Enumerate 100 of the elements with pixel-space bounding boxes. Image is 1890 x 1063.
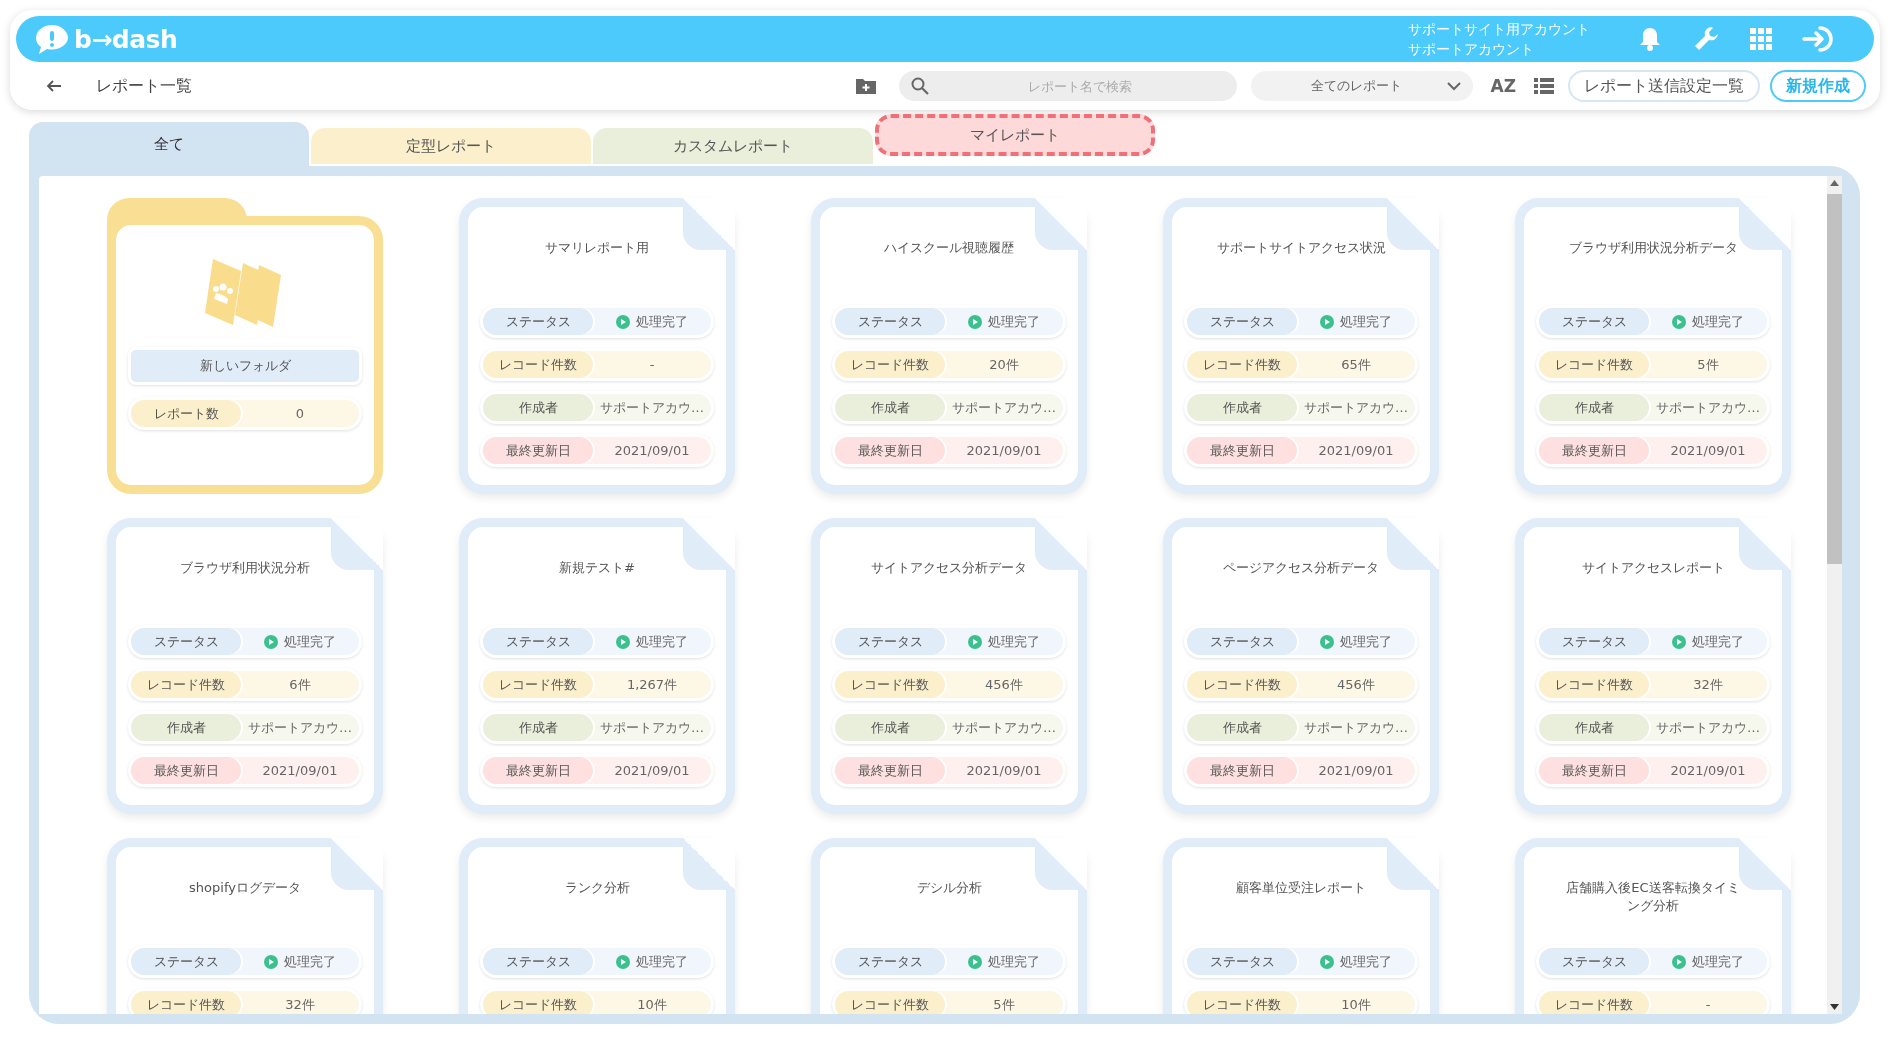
report-card[interactable]: ページアクセス分析データ ステータス 処理完了 レコード件数 456件 作成者 サポートアカウ… 最終更新日 2021/09/01 — [1163, 518, 1439, 814]
sign-in-icon[interactable] — [1802, 25, 1836, 53]
field-label: ステータス — [131, 628, 241, 655]
report-title: ランク分析 — [563, 879, 631, 897]
report-title: サイトアクセスレポート — [1580, 559, 1726, 577]
status-text: 処理完了 — [636, 312, 688, 331]
report-title: ハイスクール視聴履歴 — [883, 239, 1015, 257]
report-title: サイトアクセス分析データ — [870, 559, 1028, 577]
status-text: 処理完了 — [1692, 312, 1744, 331]
field-value: サポートアカウ… — [951, 718, 1057, 737]
filter-dropdown[interactable]: 全てのレポート — [1250, 71, 1473, 101]
field-label: レコード件数 — [1187, 351, 1297, 378]
page-fold-corner — [1387, 518, 1439, 570]
status-text: 処理完了 — [988, 312, 1040, 331]
field-label: 最終更新日 — [1187, 757, 1297, 784]
field-label: 最終更新日 — [131, 757, 241, 784]
status-text: 処理完了 — [988, 632, 1040, 651]
scrollbar[interactable] — [1827, 176, 1842, 1014]
field-value: 32件 — [284, 995, 316, 1014]
tab[interactable]: 全て — [29, 122, 309, 166]
field-label: ステータス — [1539, 948, 1649, 975]
grid-icon[interactable] — [1750, 28, 1772, 50]
field-value: 2021/09/01 — [1317, 442, 1395, 460]
field-value: 2021/09/01 — [1317, 762, 1395, 780]
field-value: 456件 — [984, 675, 1024, 694]
page-fold-corner — [1739, 838, 1791, 890]
play-icon — [264, 634, 278, 649]
tab[interactable]: カスタムレポート — [593, 128, 873, 164]
field-value: 1,267件 — [625, 675, 679, 694]
report-card[interactable]: 店舗購入後EC送客転換タイミング分析 ステータス 処理完了 レコード件数 - — [1515, 838, 1791, 1014]
scroll-down-icon[interactable] — [1830, 1004, 1839, 1010]
sort-button[interactable]: AZ — [1486, 76, 1520, 96]
list-icon[interactable] — [1534, 77, 1554, 95]
report-card[interactable]: サポートサイトアクセス状況 ステータス 処理完了 レコード件数 65件 作成者 サポートアカウ… 最終更新日 2021/09/01 — [1163, 198, 1439, 494]
play-icon — [1672, 314, 1686, 329]
field-value: 2021/09/01 — [965, 442, 1043, 460]
play-icon — [1320, 314, 1334, 329]
field-value: 2021/09/01 — [613, 442, 691, 460]
back-arrow-icon[interactable] — [46, 79, 62, 93]
play-icon — [1320, 954, 1334, 969]
field-value: サポートアカウ… — [599, 718, 705, 737]
field-value: 5件 — [1696, 355, 1720, 374]
settings-list-button[interactable]: レポート送信設定一覧 — [1568, 70, 1760, 102]
report-card[interactable]: デシル分析 ステータス 処理完了 レコード件数 5件 — [811, 838, 1087, 1014]
play-icon — [264, 954, 278, 969]
field-label: 作成者 — [1187, 394, 1297, 421]
field-label: ステータス — [835, 628, 945, 655]
field-value: 32件 — [1692, 675, 1724, 694]
field-label: レコード件数 — [483, 351, 593, 378]
field-label: 作成者 — [131, 714, 241, 741]
field-value: - — [648, 356, 656, 374]
play-icon — [616, 954, 630, 969]
report-card[interactable]: ハイスクール視聴履歴 ステータス 処理完了 レコード件数 20件 作成者 サポートアカウ… 最終更新日 2021/09/01 — [811, 198, 1087, 494]
add-folder-icon[interactable] — [854, 77, 877, 95]
report-title: 新規テスト# — [558, 559, 636, 577]
field-label: ステータス — [483, 948, 593, 975]
field-label: 作成者 — [835, 394, 945, 421]
report-title: shopifyログデータ — [188, 879, 302, 897]
field-label: レコード件数 — [1187, 671, 1297, 698]
report-card[interactable]: ブラウザ利用状況分析データ ステータス 処理完了 レコード件数 5件 作成者 サポートアカウ… 最終更新日 2021/09/01 — [1515, 198, 1791, 494]
field-label: レコード件数 — [131, 671, 241, 698]
field-label: 作成者 — [483, 714, 593, 741]
scroll-thumb[interactable] — [1827, 194, 1842, 564]
report-card[interactable]: shopifyログデータ ステータス 処理完了 レコード件数 32件 — [107, 838, 383, 1014]
tab[interactable]: マイレポート — [875, 114, 1155, 156]
field-label: レコード件数 — [131, 991, 241, 1014]
report-card[interactable]: サイトアクセスレポート ステータス 処理完了 レコード件数 32件 作成者 サポートアカウ… 最終更新日 2021/09/01 — [1515, 518, 1791, 814]
field-value: - — [1704, 996, 1712, 1014]
report-card[interactable]: サマリレポート用 ステータス 処理完了 レコード件数 - 作成者 サポートアカウ… 最終更新日 2021/09/01 — [459, 198, 735, 494]
field-value: 2021/09/01 — [613, 762, 691, 780]
field-label: ステータス — [1539, 628, 1649, 655]
field-label: ステータス — [483, 628, 593, 655]
tab[interactable]: 定型レポート — [311, 128, 591, 164]
report-title: ブラウザ利用状況分析データ — [1567, 239, 1739, 257]
speech-bubble-icon — [34, 23, 70, 55]
field-label: レコード件数 — [1187, 991, 1297, 1014]
report-card[interactable]: サイトアクセス分析データ ステータス 処理完了 レコード件数 456件 作成者 サポートアカウ… 最終更新日 2021/09/01 — [811, 518, 1087, 814]
page-fold-corner — [1739, 198, 1791, 250]
status-text: 処理完了 — [1692, 952, 1744, 971]
field-label: レポート数 — [131, 400, 241, 427]
report-title: デシル分析 — [915, 879, 983, 897]
field-label: 最終更新日 — [1539, 437, 1649, 464]
page-fold-corner — [683, 518, 735, 570]
field-label: 作成者 — [1539, 714, 1649, 741]
field-label: ステータス — [1187, 308, 1297, 335]
report-card[interactable]: 新規テスト# ステータス 処理完了 レコード件数 1,267件 作成者 サポートアカウ… 最終更新日 2021/09/01 — [459, 518, 735, 814]
field-value: 10件 — [1340, 995, 1372, 1014]
field-value: 2021/09/01 — [1669, 762, 1747, 780]
report-card[interactable]: ランク分析 ステータス 処理完了 レコード件数 10件 — [459, 838, 735, 1014]
field-value: 456件 — [1336, 675, 1376, 694]
play-icon — [1672, 954, 1686, 969]
field-value: 20件 — [988, 355, 1020, 374]
bell-icon[interactable] — [1638, 26, 1662, 52]
report-card[interactable]: 顧客単位受注レポート ステータス 処理完了 レコード件数 10件 — [1163, 838, 1439, 1014]
field-label: 作成者 — [483, 394, 593, 421]
field-value: サポートアカウ… — [1303, 718, 1409, 737]
field-value: サポートアカウ… — [1303, 398, 1409, 417]
report-card[interactable]: ブラウザ利用状況分析 ステータス 処理完了 レコード件数 6件 作成者 サポートアカウ… 最終更新日 2021/09/01 — [107, 518, 383, 814]
field-label: 作成者 — [1187, 714, 1297, 741]
scroll-up-icon[interactable] — [1830, 180, 1839, 186]
